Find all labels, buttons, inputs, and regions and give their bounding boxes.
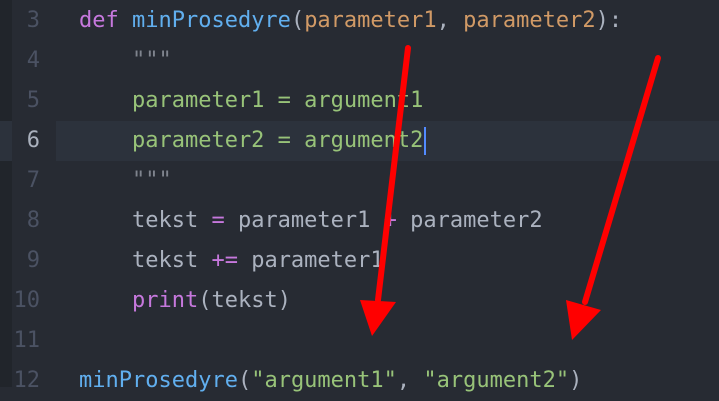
code-line[interactable]: tekst += parameter1	[0, 241, 719, 281]
code-token: minProsedyre	[79, 368, 238, 393]
code-token: parameter1	[237, 248, 384, 273]
code-line[interactable]: parameter2 = argument2	[0, 121, 719, 161]
code-line-text[interactable]: """	[79, 41, 172, 81]
code-line[interactable]	[0, 321, 719, 361]
code-token: parameter1	[304, 8, 437, 33]
code-line[interactable]: def minProsedyre(parameter1, parameter2)…	[0, 1, 719, 41]
line-number: 7	[26, 168, 40, 193]
code-line-text[interactable]: tekst = parameter1 + parameter2	[79, 201, 543, 241]
line-number: 8	[26, 208, 40, 233]
line-number: 11	[13, 328, 41, 353]
line-number: 5	[26, 88, 40, 113]
code-editor[interactable]: def minProsedyre(parameter1, parameter2)…	[0, 0, 719, 393]
code-line[interactable]: tekst = parameter1 + parameter2	[0, 201, 719, 241]
code-line-text[interactable]: minProsedyre("argument1", "argument2")	[79, 361, 582, 401]
code-token: ,	[436, 8, 464, 33]
code-line[interactable]: minProsedyre("argument1", "argument2")	[0, 361, 719, 401]
line-number-gutter: 3 4 5 6 7 8 9 10 11 12	[12, 0, 56, 393]
code-token: print	[131, 288, 199, 313]
code-token: (	[237, 368, 252, 393]
code-token: =	[211, 208, 225, 233]
code-line-text[interactable]: """	[79, 161, 172, 201]
code-token: "argument2"	[423, 368, 570, 393]
code-line-text[interactable]: tekst += parameter1	[79, 241, 384, 281]
code-token: tekst	[79, 208, 212, 233]
code-token: parameter2 = argument2	[79, 128, 424, 153]
code-token: """	[79, 48, 172, 73]
code-line[interactable]: parameter1 = argument1	[0, 81, 719, 121]
code-token: parameter2	[463, 8, 596, 33]
code-line[interactable]: """	[0, 161, 719, 201]
code-line-text[interactable]: parameter1 = argument1	[79, 81, 423, 121]
line-number: 4	[26, 48, 40, 73]
code-token: +=	[211, 248, 238, 273]
code-line[interactable]: print(tekst)	[0, 281, 719, 321]
code-token: """	[79, 168, 172, 193]
code-token: (tekst)	[198, 288, 291, 313]
line-number: 6	[26, 128, 40, 153]
code-token: parameter2	[396, 208, 543, 233]
line-number: 9	[26, 248, 40, 273]
code-token: tekst	[79, 248, 212, 273]
code-token: )	[569, 368, 583, 393]
code-line-text[interactable]: parameter2 = argument2	[79, 121, 423, 161]
code-token: def	[79, 8, 132, 33]
code-token: parameter1 = argument1	[79, 88, 424, 113]
code-line[interactable]: """	[0, 41, 719, 81]
code-token: parameter1	[224, 208, 384, 233]
code-token: ):	[595, 8, 623, 33]
code-line-text[interactable]: def minProsedyre(parameter1, parameter2)…	[79, 1, 622, 41]
text-cursor	[424, 127, 427, 155]
code-token: +	[383, 208, 397, 233]
code-line-text[interactable]: print(tekst)	[79, 281, 291, 321]
code-token: "argument1"	[251, 368, 397, 393]
code-token: ,	[396, 368, 424, 393]
line-number: 10	[13, 288, 41, 313]
code-token: minProsedyre	[131, 8, 291, 33]
line-number: 3	[26, 8, 40, 33]
line-number: 12	[13, 368, 41, 393]
code-token: (	[290, 8, 305, 33]
